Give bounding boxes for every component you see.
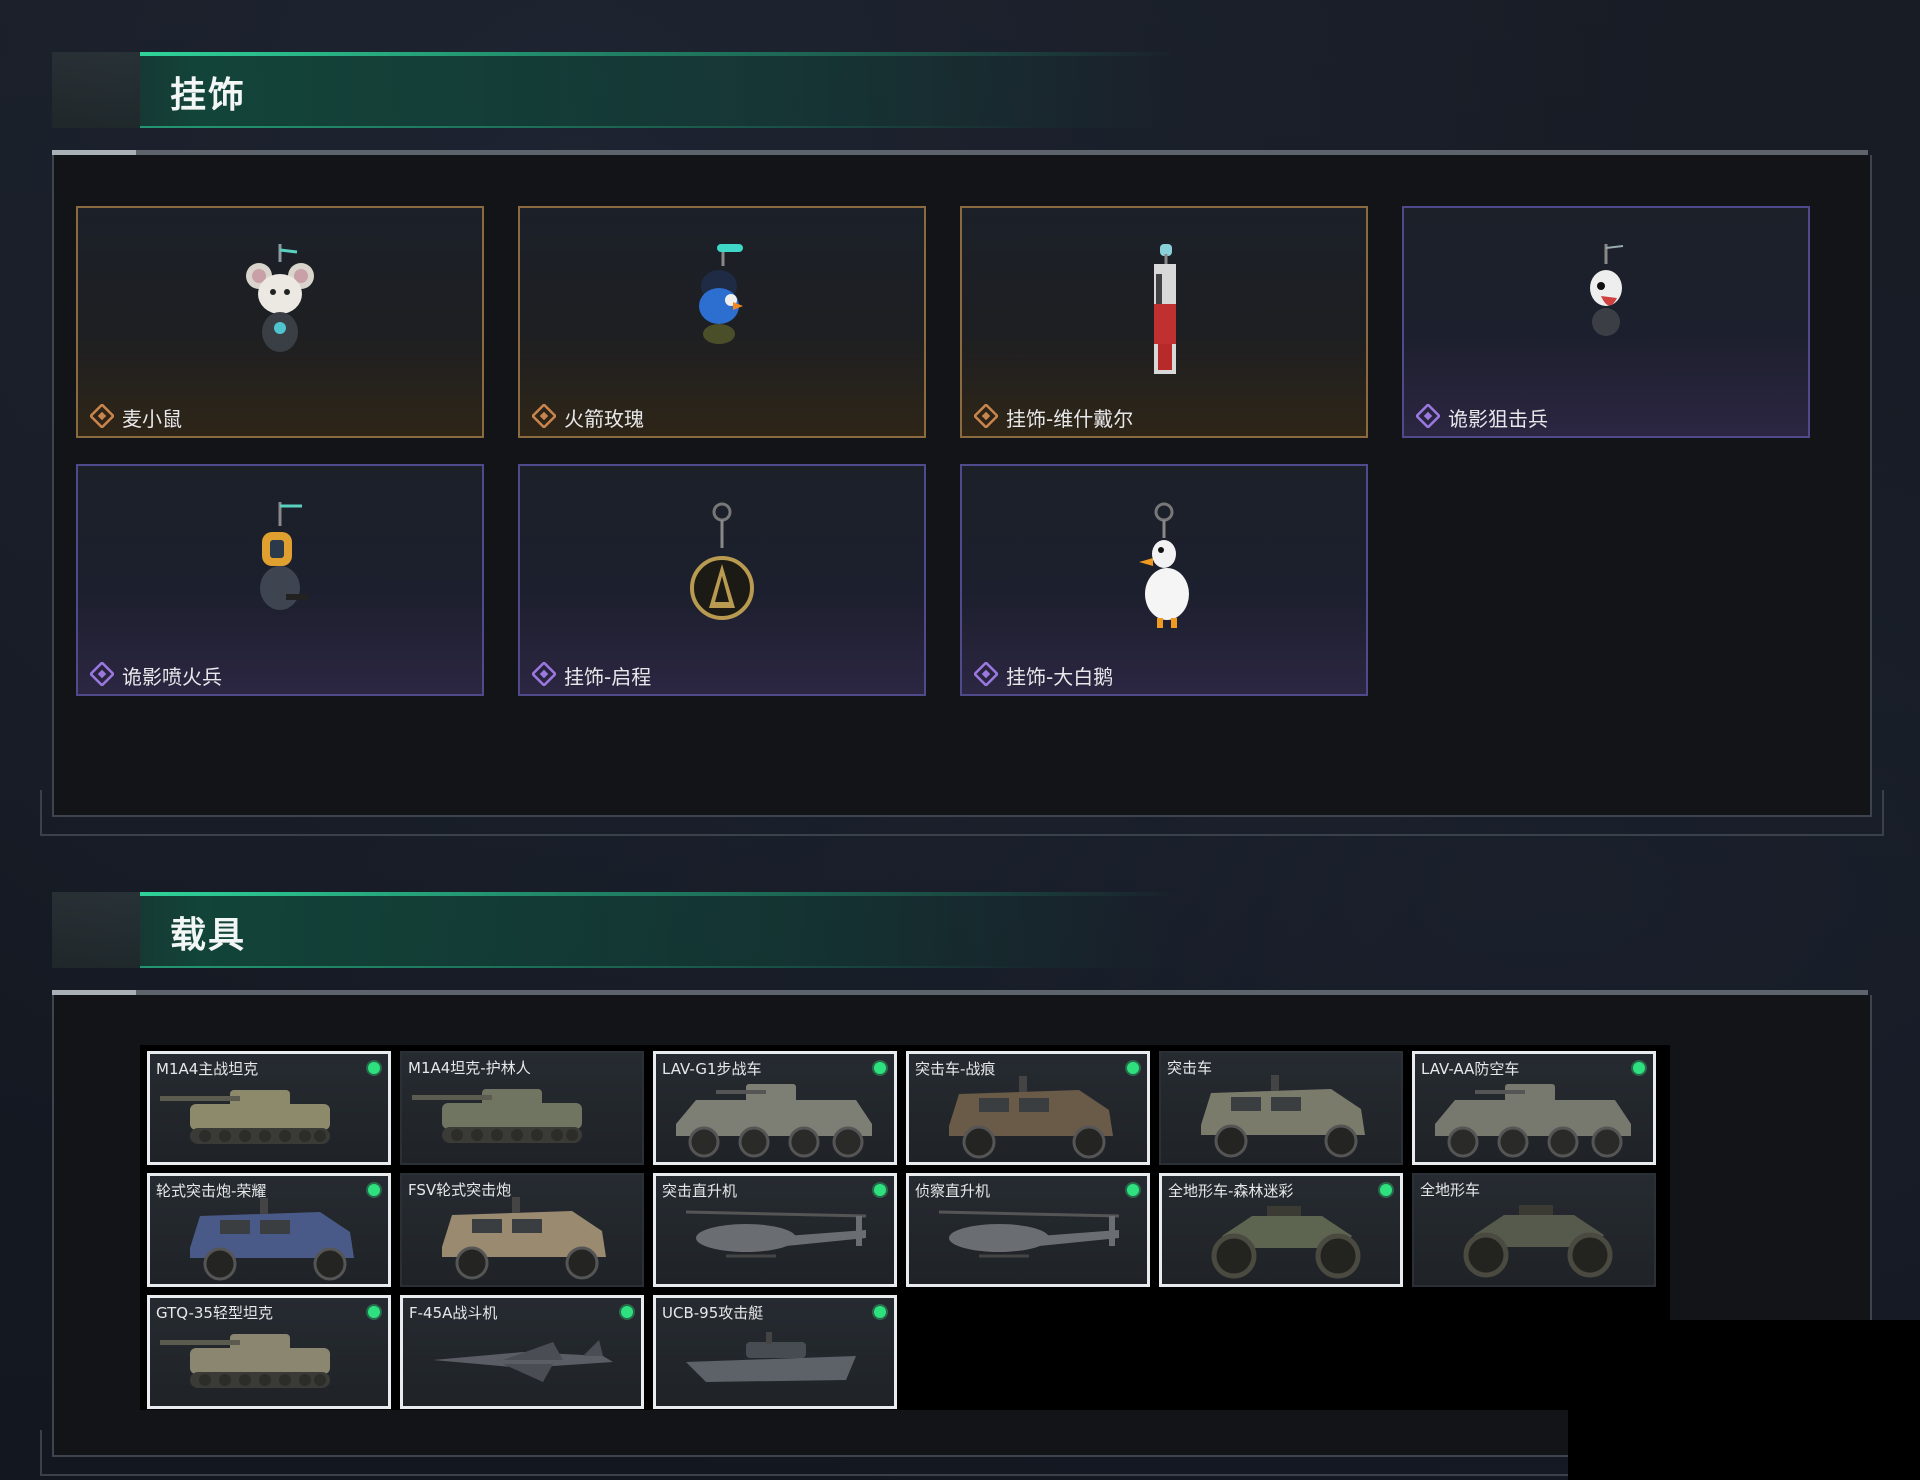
vehicle-name: GTQ-35轻型坦克 bbox=[156, 1304, 273, 1322]
vehicle-card[interactable]: UCB-95攻击艇 bbox=[653, 1295, 897, 1409]
charm-card[interactable]: 火箭玫瑰 bbox=[518, 206, 926, 438]
vehicle-name: 全地形车 bbox=[1420, 1181, 1481, 1199]
rarity-icon bbox=[974, 662, 998, 686]
vehicle-name: 侦察直升机 bbox=[915, 1182, 991, 1200]
charm-image bbox=[1129, 502, 1199, 636]
owned-status-icon bbox=[874, 1306, 886, 1318]
rarity-icon bbox=[532, 404, 556, 428]
charm-name: 诡影喷火兵 bbox=[122, 665, 222, 689]
owned-status-icon bbox=[1633, 1062, 1645, 1074]
charm-card[interactable]: 诡影喷火兵 bbox=[76, 464, 484, 696]
header-bottom-line bbox=[140, 966, 1040, 968]
vehicle-name: 突击车-战痕 bbox=[915, 1060, 996, 1078]
charm-image bbox=[677, 244, 767, 368]
vehicle-name: 轮式突击炮-荣耀 bbox=[156, 1182, 267, 1200]
charm-card[interactable]: 挂饰-大白鹅 bbox=[960, 464, 1368, 696]
charm-card[interactable]: 挂饰-维什戴尔 bbox=[960, 206, 1368, 438]
vehicle-card[interactable]: LAV-AA防空车 bbox=[1412, 1051, 1656, 1165]
corner-black-block bbox=[1568, 1320, 1920, 1480]
charm-card[interactable]: 麦小鼠 bbox=[76, 206, 484, 438]
vehicle-card[interactable]: 侦察直升机 bbox=[906, 1173, 1150, 1287]
header-bottom-line bbox=[140, 126, 1040, 128]
rarity-icon bbox=[532, 662, 556, 686]
owned-status-icon bbox=[621, 1306, 633, 1318]
vehicle-name: 全地形车-森林迷彩 bbox=[1168, 1182, 1294, 1200]
rarity-icon bbox=[1416, 404, 1440, 428]
header-accent-line bbox=[140, 892, 1180, 896]
charms-outer-frame bbox=[40, 790, 1884, 836]
charm-image bbox=[240, 502, 320, 636]
owned-status-icon bbox=[1380, 1184, 1392, 1196]
header-left-block bbox=[52, 52, 140, 128]
owned-status-icon bbox=[368, 1184, 380, 1196]
header-left-block bbox=[52, 892, 140, 968]
vehicle-card[interactable]: 突击直升机 bbox=[653, 1173, 897, 1287]
vehicle-name: LAV-G1步战车 bbox=[662, 1060, 762, 1078]
vehicle-name: UCB-95攻击艇 bbox=[662, 1304, 764, 1322]
vehicle-name: M1A4主战坦克 bbox=[156, 1060, 259, 1078]
vehicle-card[interactable]: 突击车-战痕 bbox=[906, 1051, 1150, 1165]
charm-name: 诡影狙击兵 bbox=[1448, 407, 1548, 431]
owned-status-icon bbox=[368, 1062, 380, 1074]
charm-name: 火箭玫瑰 bbox=[564, 407, 644, 431]
charm-name: 麦小鼠 bbox=[122, 407, 182, 431]
vehicle-card[interactable]: M1A4主战坦克 bbox=[147, 1051, 391, 1165]
vehicle-name: F-45A战斗机 bbox=[409, 1304, 498, 1322]
charm-name: 挂饰-维什戴尔 bbox=[1006, 407, 1134, 431]
vehicle-name: LAV-AA防空车 bbox=[1421, 1060, 1520, 1078]
vehicles-section-header: 载具 bbox=[52, 892, 1872, 968]
charm-image bbox=[687, 502, 757, 636]
charm-image bbox=[1571, 244, 1641, 358]
charm-image bbox=[235, 244, 325, 368]
owned-status-icon bbox=[368, 1306, 380, 1318]
charm-card[interactable]: 诡影狙击兵 bbox=[1402, 206, 1810, 438]
vehicle-card[interactable]: 轮式突击炮-荣耀 bbox=[147, 1173, 391, 1287]
owned-status-icon bbox=[1127, 1062, 1139, 1074]
vehicle-card[interactable]: 突击车 bbox=[1159, 1051, 1403, 1165]
charms-section-header: 挂饰 bbox=[52, 52, 1872, 128]
vehicle-name: 突击直升机 bbox=[662, 1182, 738, 1200]
charm-card[interactable]: 挂饰-启程 bbox=[518, 464, 926, 696]
vehicles-section-title: 载具 bbox=[170, 915, 247, 956]
header-background bbox=[52, 892, 1872, 968]
charm-image bbox=[1134, 244, 1194, 388]
charm-name: 挂饰-大白鹅 bbox=[1006, 665, 1114, 689]
vehicle-card[interactable]: 全地形车-森林迷彩 bbox=[1159, 1173, 1403, 1287]
vehicle-name: FSV轮式突击炮 bbox=[408, 1181, 512, 1199]
vehicle-name: M1A4坦克-护林人 bbox=[408, 1059, 531, 1077]
charm-name: 挂饰-启程 bbox=[564, 665, 652, 689]
owned-status-icon bbox=[874, 1062, 886, 1074]
rarity-icon bbox=[90, 662, 114, 686]
vehicle-card[interactable]: M1A4坦克-护林人 bbox=[400, 1051, 644, 1165]
vehicle-card[interactable]: LAV-G1步战车 bbox=[653, 1051, 897, 1165]
charms-section-title: 挂饰 bbox=[170, 75, 247, 116]
vehicle-card[interactable]: 全地形车 bbox=[1412, 1173, 1656, 1287]
rarity-icon bbox=[90, 404, 114, 428]
header-background bbox=[52, 52, 1872, 128]
vehicle-card[interactable]: GTQ-35轻型坦克 bbox=[147, 1295, 391, 1409]
vehicle-card[interactable]: FSV轮式突击炮 bbox=[400, 1173, 644, 1287]
vehicle-name: 突击车 bbox=[1167, 1059, 1213, 1077]
owned-status-icon bbox=[1127, 1184, 1139, 1196]
rarity-icon bbox=[974, 404, 998, 428]
vehicle-card[interactable]: F-45A战斗机 bbox=[400, 1295, 644, 1409]
header-accent-line bbox=[140, 52, 1180, 56]
owned-status-icon bbox=[874, 1184, 886, 1196]
